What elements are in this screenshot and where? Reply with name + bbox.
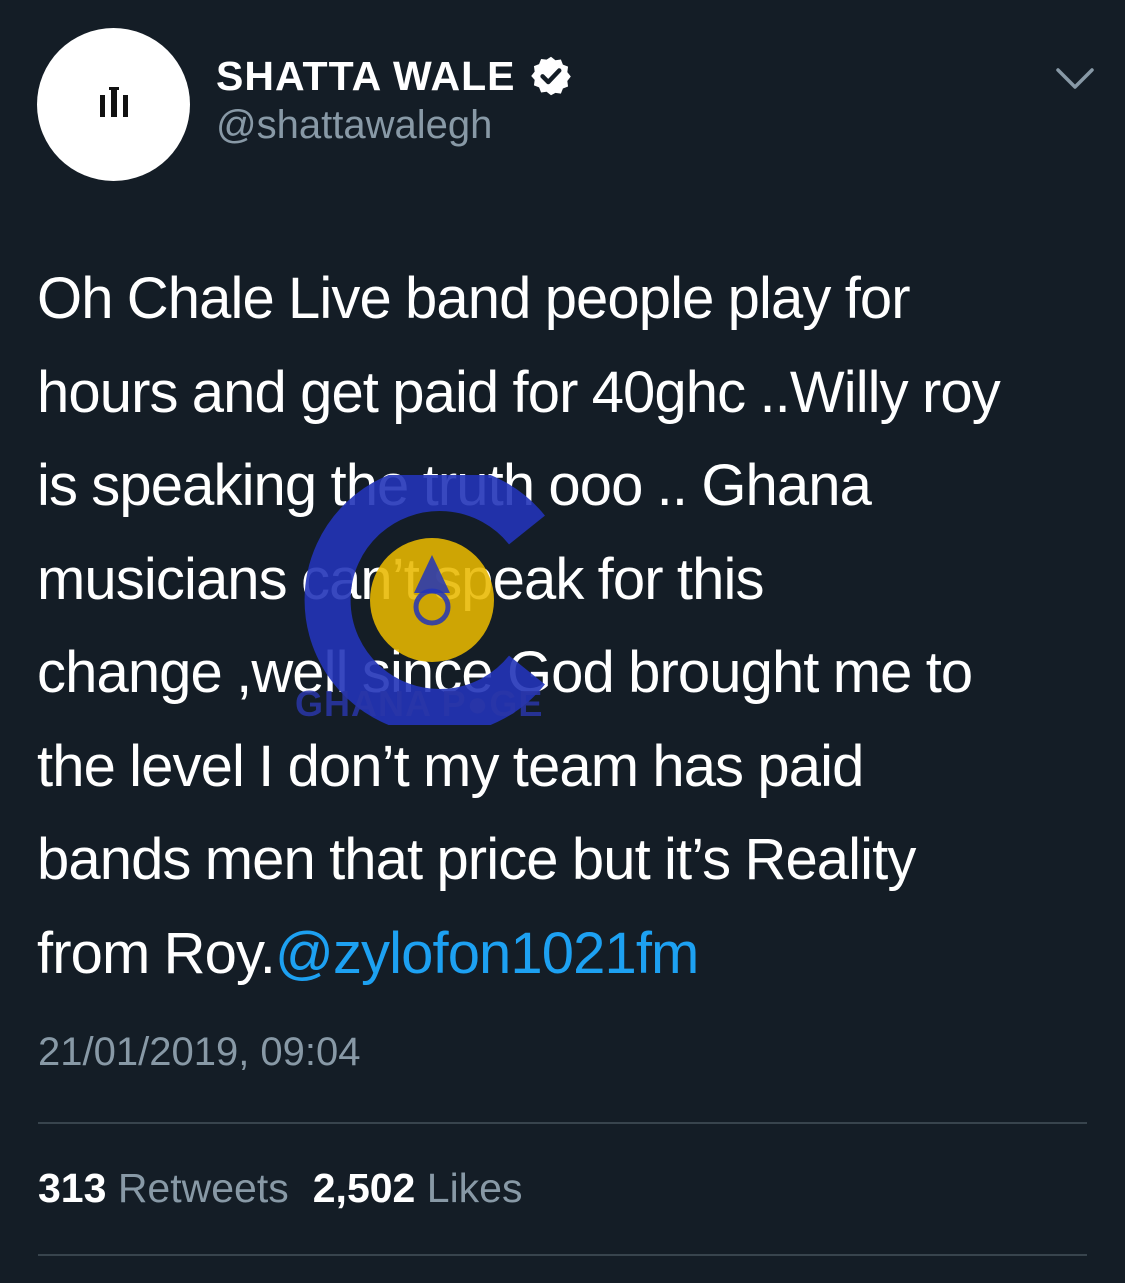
tweet-line: change ,well since God brought me to bbox=[37, 640, 973, 705]
display-name-row: SHATTA WALE bbox=[216, 50, 573, 102]
tweet-line: Oh Chale Live band people play for bbox=[37, 266, 911, 331]
avatar[interactable] bbox=[37, 28, 190, 181]
divider bbox=[38, 1254, 1087, 1256]
tweet-line: musicians can’t speak for this bbox=[37, 546, 764, 612]
tweet-line: is speaking the truth ooo .. Ghana bbox=[37, 453, 872, 518]
user-handle[interactable]: @shattawalegh bbox=[216, 103, 492, 148]
crown-logo-icon bbox=[99, 86, 128, 117]
likes-count: 2,502 bbox=[312, 1165, 416, 1211]
display-name[interactable]: SHATTA WALE bbox=[216, 53, 515, 100]
chevron-down-icon[interactable] bbox=[1052, 62, 1098, 96]
tweet-timestamp[interactable]: 21/01/2019, 09:04 bbox=[38, 1030, 361, 1075]
retweets-stat[interactable]: 313 Retweets bbox=[38, 1165, 289, 1211]
likes-stat[interactable]: 2,502 Likes bbox=[313, 1165, 523, 1211]
retweets-label: Retweets bbox=[117, 1165, 289, 1211]
tweet-stats: 313 Retweets 2,502 Likes bbox=[38, 1165, 522, 1212]
tweet-header: SHATTA WALE @shattawalegh bbox=[0, 0, 1125, 200]
tweet-line: the level I don’t my team has paid bbox=[37, 733, 864, 799]
tweet-line: bands men that price but it’s Reality bbox=[37, 827, 916, 892]
mention-link[interactable]: @zylofon1021fm bbox=[275, 921, 699, 986]
tweet-line: from Roy. bbox=[37, 920, 276, 986]
retweets-count: 313 bbox=[38, 1165, 107, 1211]
verified-badge-icon bbox=[531, 56, 572, 96]
watermark-text: GHANA P●GE bbox=[295, 683, 544, 724]
likes-label: Likes bbox=[426, 1165, 523, 1211]
tweet-last-line: from Roy.@zylofon1021fm bbox=[37, 907, 1097, 1001]
tweet-text: Oh Chale Live band people play for hours… bbox=[37, 252, 1097, 1000]
tweet-line: hours and get paid for 40ghc ..Willy roy bbox=[37, 359, 1001, 425]
divider bbox=[38, 1122, 1087, 1124]
